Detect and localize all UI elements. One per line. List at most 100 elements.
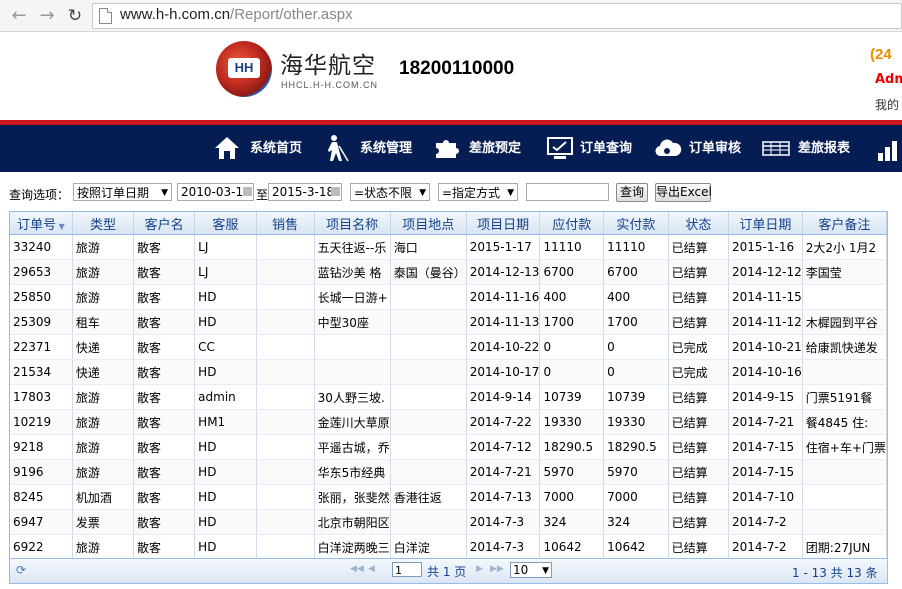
column-header[interactable]: 项目日期 <box>466 212 541 235</box>
url-text[interactable]: www.h-h.com.cn/Report/other.aspx <box>120 6 353 23</box>
refresh-icon[interactable]: ⟳ <box>16 563 26 577</box>
column-header[interactable]: 类型 <box>72 212 135 235</box>
chevron-down-icon: ▼ <box>419 188 426 198</box>
table-cell: HD <box>194 459 257 485</box>
keyword-input[interactable] <box>526 183 609 201</box>
table-row[interactable]: 21534 快递 散客 HD 2014-10-17 0 0 已完成 2014-10-16 <box>10 359 887 385</box>
table-cell: 平遥古城，乔 <box>314 434 391 460</box>
table-cell: 10642 <box>603 534 669 560</box>
record-count: 1 - 13 共 13 条 <box>792 566 878 580</box>
table-cell: 已结算 <box>668 259 730 285</box>
table-row[interactable]: 9196 旅游 散客 HD 华东5市经典 2014-7-21 5970 5970 已结算 2014… <box>10 459 887 485</box>
column-header-label: 客户备注 <box>818 217 871 233</box>
column-header[interactable]: 项目名称 <box>314 212 391 235</box>
table-row[interactable]: 22371 快递 散客 CC 2014-10-22 0 0 已完成 2014-10-21 给康凯快… <box>10 334 887 360</box>
table-cell: 22371 <box>10 334 73 360</box>
column-header[interactable]: 销售 <box>256 212 315 235</box>
table-row[interactable]: 9218 旅游 散客 HD 平遥古城，乔 2014-7-12 18290.5 18290.5 已… <box>10 434 887 460</box>
column-header-label: 项目地点 <box>402 217 455 233</box>
table-cell: 400 <box>539 284 605 310</box>
table-cell: 2014-11-16 <box>466 284 541 310</box>
search-button[interactable]: 查询 <box>616 183 648 202</box>
hotline-badge: (24 <box>870 46 892 63</box>
bar-chart-icon[interactable] <box>876 135 900 161</box>
table-row[interactable]: 25850 旅游 散客 HD 长城一日游+ 2014-11-16 400 400 已结算 2014… <box>10 284 887 310</box>
table-cell: HD <box>194 509 257 535</box>
column-header[interactable]: 客户名 <box>133 212 196 235</box>
page-number-input[interactable]: 1 <box>392 562 422 577</box>
column-header[interactable]: 客户备注 <box>802 212 887 235</box>
table-cell: 旅游 <box>72 534 135 560</box>
table-row[interactable]: 6947 发票 散客 HD 北京市朝阳区 2014-7-3 324 324 已结算 2014-7-… <box>10 509 887 535</box>
table-cell: 30人野三坡. <box>314 384 391 410</box>
next-page-icon[interactable]: ▶ <box>476 564 483 574</box>
column-header[interactable]: 应付款 <box>539 212 605 235</box>
prev-page-icon[interactable]: ◀ <box>368 564 375 574</box>
table-cell: 2014-10-21 <box>728 334 803 360</box>
table-cell: 9196 <box>10 459 73 485</box>
table-row[interactable]: 17803 旅游 散客 admin 30人野三坡. 2014-9-14 10739 10739… <box>10 384 887 410</box>
airline-logo-icon[interactable]: HH <box>216 41 272 97</box>
table-cell <box>256 409 315 435</box>
admin-user-link[interactable]: Adm <box>875 72 902 87</box>
table-row[interactable]: 25309 租车 散客 HD 中型30座 2014-11-13 1700 1700 已结算 201… <box>10 309 887 335</box>
column-header[interactable]: 客服 <box>194 212 257 235</box>
my-account-link[interactable]: 我的 <box>875 96 899 113</box>
table-cell <box>390 509 467 535</box>
table-cell: 9218 <box>10 434 73 460</box>
end-date-input[interactable]: 2015-3-18 <box>268 183 342 201</box>
back-icon[interactable]: ← <box>8 5 30 27</box>
table-cell: 25309 <box>10 309 73 335</box>
table-cell <box>256 459 315 485</box>
table-cell: 25850 <box>10 284 73 310</box>
table-cell: 2015-1-17 <box>466 234 541 260</box>
table-cell: 8245 <box>10 484 73 510</box>
sort-desc-icon: ▼ <box>56 221 65 231</box>
table-cell: 0 <box>603 359 669 385</box>
column-header[interactable]: 订单日期 <box>728 212 803 235</box>
table-cell <box>390 459 467 485</box>
table-cell: 散客 <box>133 409 196 435</box>
column-header[interactable]: 项目地点 <box>390 212 467 235</box>
column-header[interactable]: 订单号 ▼ <box>10 212 73 235</box>
calendar-icon[interactable] <box>243 187 252 196</box>
table-cell: 2014-7-2 <box>728 509 803 535</box>
method-select[interactable]: =指定方式 ▼ <box>438 183 518 201</box>
calendar-icon[interactable] <box>331 187 340 196</box>
table-cell: 10642 <box>539 534 605 560</box>
table-cell: 香港往返 <box>390 484 467 510</box>
table-row[interactable]: 6922 旅游 散客 HD 白洋淀两晚三 白洋淀 2014-7-3 10642 10642 已结算… <box>10 534 887 560</box>
first-page-icon[interactable]: ◀◀ <box>350 564 364 574</box>
table-cell: 2014-9-14 <box>466 384 541 410</box>
table-cell <box>256 259 315 285</box>
query-toolbar: 查询选项： 按照订单日期 ▼ 2010-03-18 至 2015-3-18 =状态… <box>0 182 902 204</box>
column-header[interactable]: 实付款 <box>603 212 669 235</box>
last-page-icon[interactable]: ▶▶ <box>490 564 504 574</box>
grid-pager: ⟳ ◀◀ ◀ 1 共 1 页 ▶ ▶▶ 10 ▼ 1 - 13 共 13 条 <box>10 558 887 583</box>
table-cell: 2014-12-13 <box>466 259 541 285</box>
column-header[interactable]: 状态 <box>668 212 730 235</box>
table-cell: 散客 <box>133 359 196 385</box>
brand-subtitle: HHCL.H-H.COM.CN <box>281 80 378 90</box>
table-cell: 1700 <box>539 309 605 335</box>
date-type-select[interactable]: 按照订单日期 ▼ <box>73 183 172 201</box>
table-row[interactable]: 29653 旅游 散客 LJ 蓝钻沙美 格泰国（曼谷） 2014-12-13 6700 670… <box>10 259 887 285</box>
table-row[interactable]: 33240 旅游 散客 LJ 五天往返--乐 海口 2015-1-17 11110 11110 已… <box>10 234 887 260</box>
export-excel-button[interactable]: 导出Excel <box>655 183 712 202</box>
table-row[interactable]: 10219 旅游 散客 HM1 金莲川大草原 2014-7-22 19330 19330 已结算… <box>10 409 887 435</box>
reload-icon[interactable]: ↻ <box>64 5 86 27</box>
start-date-input[interactable]: 2010-03-18 <box>177 183 254 201</box>
table-row[interactable]: 8245 机加酒 散客 HD 张丽，张斐然 香港往返 2014-7-13 7000 7000 已结… <box>10 484 887 510</box>
table-cell: 2014-7-21 <box>728 409 803 435</box>
table-cell: 11110 <box>539 234 605 260</box>
page-size-select[interactable]: 10 ▼ <box>510 562 552 578</box>
status-select[interactable]: =状态不限 ▼ <box>350 183 430 201</box>
forward-icon[interactable]: → <box>36 5 58 27</box>
table-cell: 已结算 <box>668 384 730 410</box>
address-bar[interactable]: www.h-h.com.cn/Report/other.aspx <box>92 3 902 29</box>
table-cell: 2014-11-15 <box>728 284 803 310</box>
table-cell <box>256 484 315 510</box>
table-cell: 324 <box>603 509 669 535</box>
table-cell: 旅游 <box>72 259 135 285</box>
table-cell: 李国莹 <box>802 259 887 285</box>
